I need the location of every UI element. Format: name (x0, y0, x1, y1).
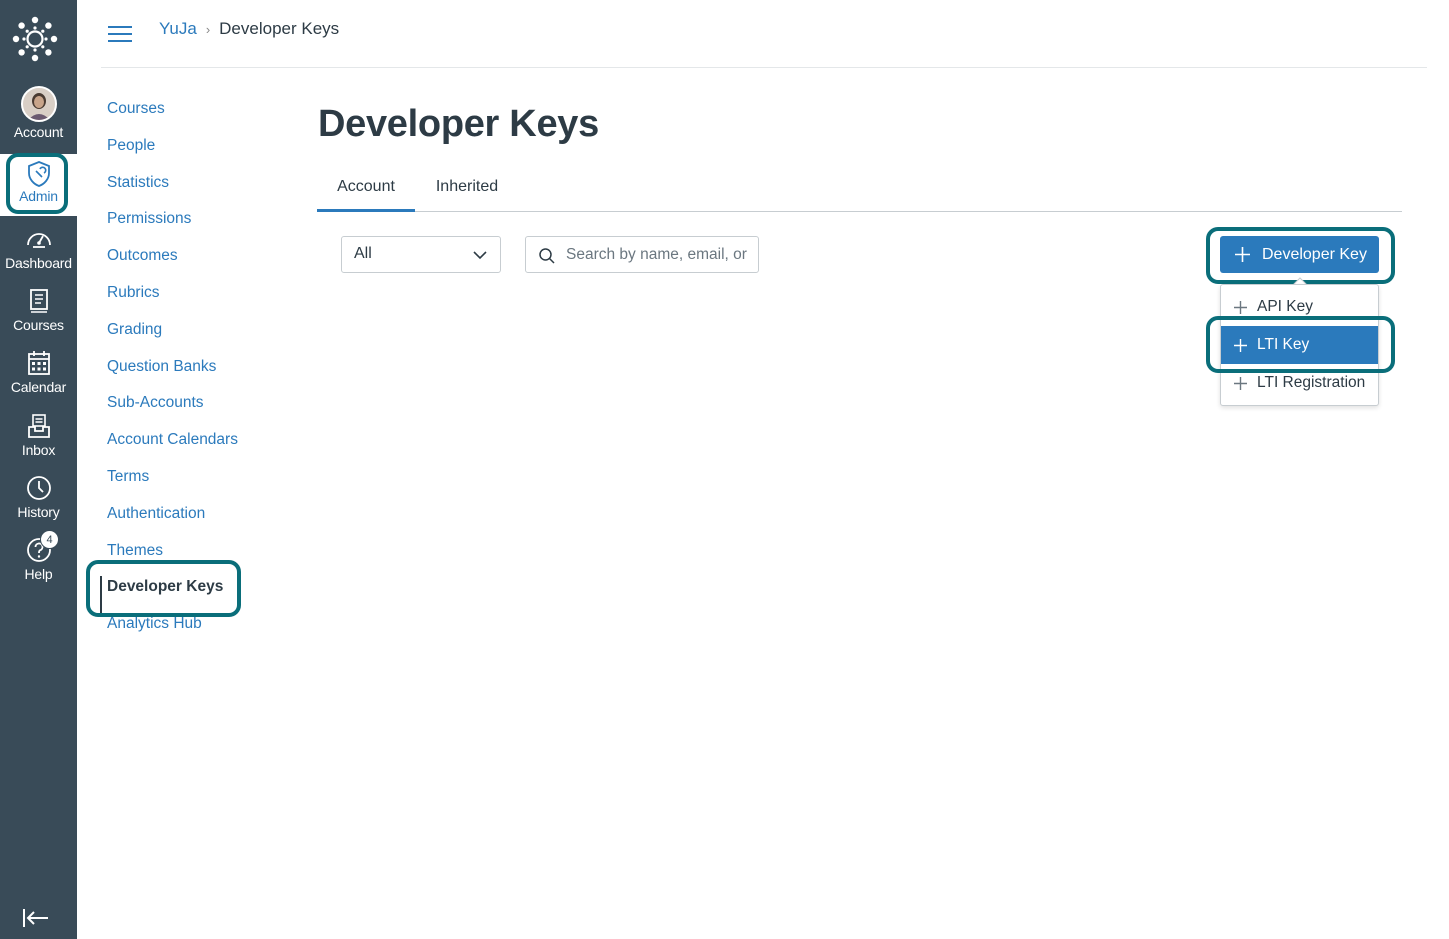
nav-history[interactable]: History (0, 474, 77, 534)
subnav-rubrics[interactable]: Rubrics (107, 282, 287, 319)
subnav-outcomes[interactable]: Outcomes (107, 245, 287, 282)
breadcrumb-yuja-link[interactable]: YuJa (159, 19, 197, 39)
page-header: YuJa › Developer Keys (101, 0, 1427, 68)
subnav-account-calendars[interactable]: Account Calendars (107, 429, 287, 466)
plus-icon (1234, 301, 1247, 314)
calendar-icon (27, 351, 50, 375)
menu-item-lti-key-label: LTI Key (1257, 336, 1310, 353)
subnav-analytics-hub[interactable]: Analytics Hub (107, 613, 287, 650)
plus-icon (1234, 339, 1247, 352)
subnav-developer-keys[interactable]: Developer Keys (100, 576, 287, 614)
nav-account[interactable]: Account (0, 86, 77, 146)
subnav-sub-accounts[interactable]: Sub-Accounts (107, 392, 287, 429)
breadcrumb-current: Developer Keys (219, 19, 340, 38)
menu-item-api-key[interactable]: API Key (1221, 288, 1378, 326)
search-box (525, 236, 759, 273)
filter-select-value: All (354, 245, 372, 262)
filter-select[interactable]: All (341, 236, 501, 273)
subnav-terms[interactable]: Terms (107, 466, 287, 503)
nav-dashboard[interactable]: Dashboard (0, 225, 77, 285)
avatar (20, 86, 57, 122)
plus-icon (1234, 377, 1247, 390)
subnav-courses[interactable]: Courses (107, 98, 287, 135)
book-icon (29, 289, 48, 313)
add-developer-key-label: Developer Key (1262, 246, 1367, 263)
subnav-permissions[interactable]: Permissions (107, 208, 287, 245)
collapse-nav-icon[interactable] (22, 906, 50, 930)
nav-account-label: Account (13, 124, 64, 140)
subnav-authentication[interactable]: Authentication (107, 503, 287, 540)
chevron-down-icon (473, 251, 487, 260)
nav-inbox-label: Inbox (21, 442, 56, 458)
plus-icon (1235, 247, 1250, 262)
app-root: Account Admin Dashboard Courses Calendar… (0, 0, 1449, 939)
nav-help[interactable]: Help (0, 536, 77, 596)
hamburger-menu-icon[interactable] (107, 24, 133, 44)
tab-list: Account Inherited (317, 168, 1402, 212)
developer-key-menu: API Key LTI Key LTI Registration (1220, 284, 1379, 406)
nav-admin[interactable]: Admin (0, 154, 77, 216)
nav-admin-label: Admin (19, 188, 58, 204)
account-subnav: Courses People Statistics Permissions Ou… (100, 98, 287, 650)
nav-calendar[interactable]: Calendar (0, 349, 77, 409)
tab-inherited[interactable]: Inherited (417, 168, 517, 212)
subnav-statistics[interactable]: Statistics (107, 172, 287, 209)
subnav-people[interactable]: People (107, 135, 287, 172)
page-title: Developer Keys (318, 103, 599, 145)
menu-item-lti-registration-label: LTI Registration (1257, 374, 1366, 391)
nav-dashboard-label: Dashboard (5, 255, 72, 271)
shield-icon (27, 161, 50, 187)
canvas-logo-icon[interactable] (11, 15, 59, 63)
global-nav: Account Admin Dashboard Courses Calendar… (0, 0, 77, 939)
subnav-grading[interactable]: Grading (107, 319, 287, 356)
nav-courses[interactable]: Courses (0, 287, 77, 347)
menu-item-lti-key[interactable]: LTI Key (1221, 326, 1378, 364)
subnav-themes[interactable]: Themes (107, 540, 287, 577)
help-count-badge: 4 (40, 530, 59, 549)
inbox-icon (27, 414, 50, 438)
speedometer-icon (26, 233, 51, 248)
tab-account[interactable]: Account (317, 168, 415, 212)
subnav-question-banks[interactable]: Question Banks (107, 356, 287, 393)
clock-icon (26, 476, 51, 500)
nav-history-label: History (17, 504, 60, 520)
add-developer-key-button[interactable]: Developer Key (1220, 236, 1379, 273)
search-icon (539, 248, 555, 264)
breadcrumb: YuJa › Developer Keys (159, 19, 339, 39)
nav-help-label: Help (24, 566, 53, 582)
search-input[interactable] (566, 243, 752, 267)
nav-courses-label: Courses (13, 317, 64, 333)
user-photo-icon (22, 88, 55, 120)
menu-item-lti-registration[interactable]: LTI Registration (1221, 364, 1378, 402)
nav-calendar-label: Calendar (10, 379, 67, 395)
breadcrumb-separator-icon: › (205, 21, 211, 37)
nav-inbox[interactable]: Inbox (0, 412, 77, 472)
menu-item-api-key-label: API Key (1257, 298, 1313, 315)
